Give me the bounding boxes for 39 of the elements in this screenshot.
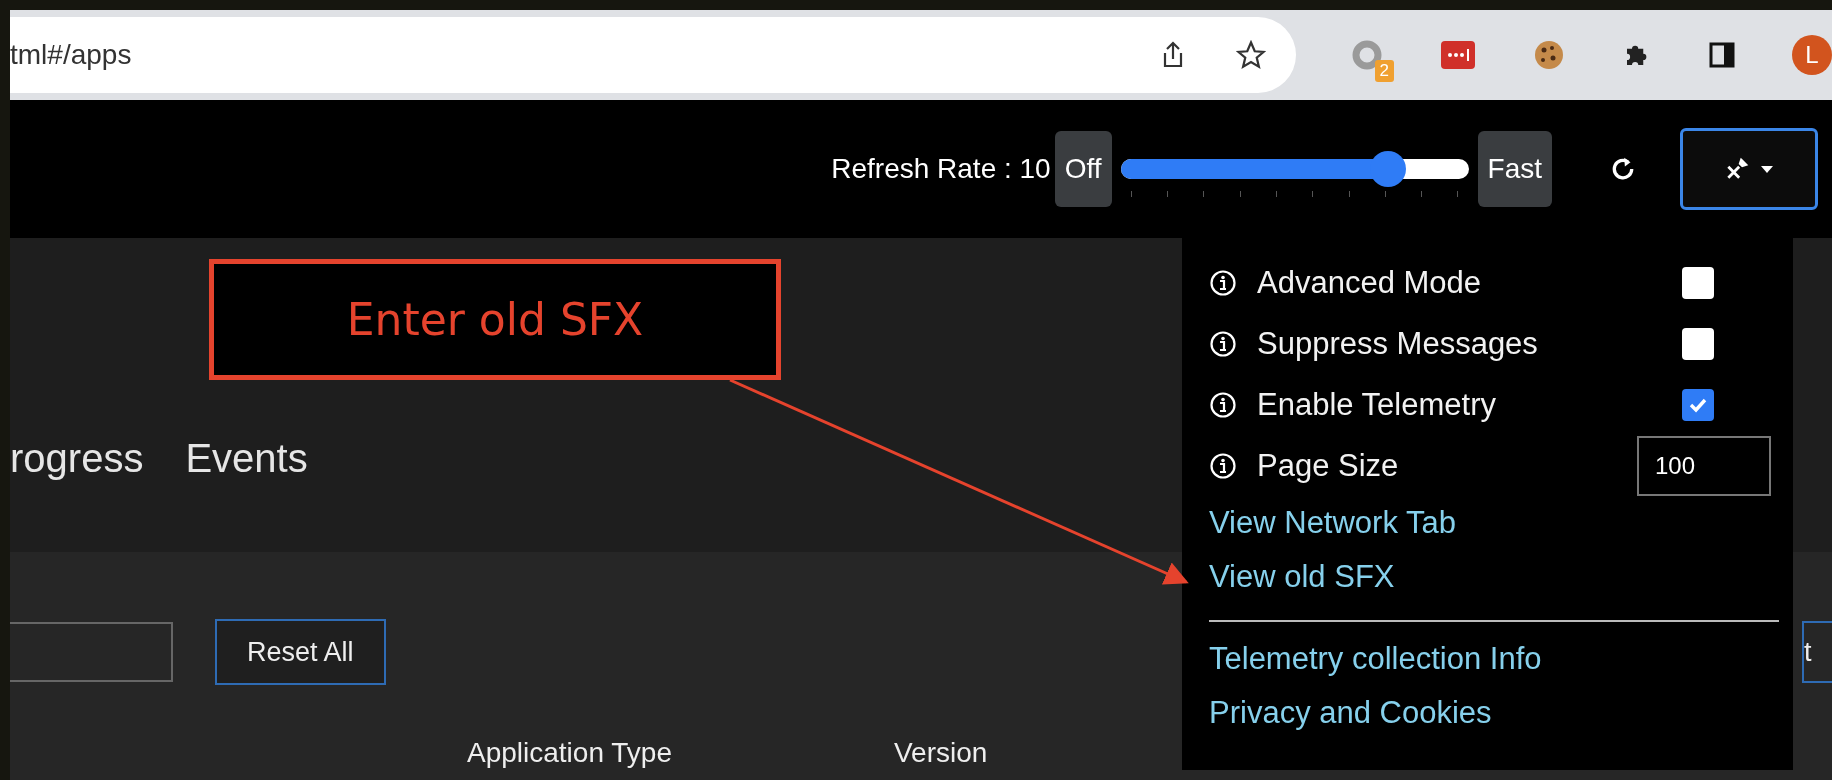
nav-tab[interactable]: Events xyxy=(185,436,308,481)
url-text: tml#/apps xyxy=(10,39,132,71)
fast-button[interactable]: Fast xyxy=(1477,131,1552,207)
sidebar-icon[interactable] xyxy=(1708,41,1736,69)
refresh-rate-label: Refresh Rate : 10 xyxy=(831,153,1051,185)
settings-dropdown-button[interactable] xyxy=(1680,128,1818,210)
reset-all-button[interactable]: Reset All xyxy=(215,619,386,685)
info-icon[interactable] xyxy=(1209,390,1237,419)
menu-link[interactable]: View old SFX xyxy=(1209,550,1395,604)
checkbox[interactable] xyxy=(1682,388,1714,421)
menu-link[interactable]: View Network Tab xyxy=(1209,496,1456,550)
option-label: Page Size xyxy=(1257,447,1400,484)
column-header[interactable]: Application Type xyxy=(467,737,672,769)
menu-link[interactable]: Privacy and Cookies xyxy=(1209,686,1492,740)
off-button[interactable]: Off xyxy=(1054,131,1112,207)
option-label: Suppress Messages xyxy=(1257,325,1539,362)
slider-thumb[interactable] xyxy=(1370,151,1407,187)
option-label: Advanced Mode xyxy=(1257,264,1483,301)
info-icon[interactable] xyxy=(1209,268,1237,297)
share-icon[interactable] xyxy=(1162,41,1184,69)
menu-link[interactable]: Telemetry collection Info xyxy=(1209,632,1542,686)
option-label: Enable Telemetry xyxy=(1257,386,1497,423)
annotation-text: Enter old SFX xyxy=(346,294,644,345)
filter-field[interactable] xyxy=(10,622,173,682)
profile-avatar[interactable]: L xyxy=(1792,35,1832,75)
password-manager-icon[interactable] xyxy=(1440,40,1476,70)
caret-icon xyxy=(1760,164,1774,174)
checkbox[interactable] xyxy=(1682,266,1714,299)
checkbox[interactable] xyxy=(1682,327,1714,360)
address-bar[interactable]: tml#/apps xyxy=(10,17,1296,93)
info-icon[interactable] xyxy=(1209,329,1237,358)
page-size-field[interactable]: 100 xyxy=(1637,435,1771,496)
extension-badge: 2 xyxy=(1374,60,1394,82)
column-header[interactable]: Version xyxy=(893,737,988,769)
star-icon[interactable] xyxy=(1236,40,1266,70)
nav-tab[interactable]: rogress xyxy=(10,436,144,481)
partial-button[interactable]: t xyxy=(1802,621,1832,683)
info-icon[interactable] xyxy=(1209,451,1237,480)
cookie-icon[interactable] xyxy=(1532,38,1566,72)
